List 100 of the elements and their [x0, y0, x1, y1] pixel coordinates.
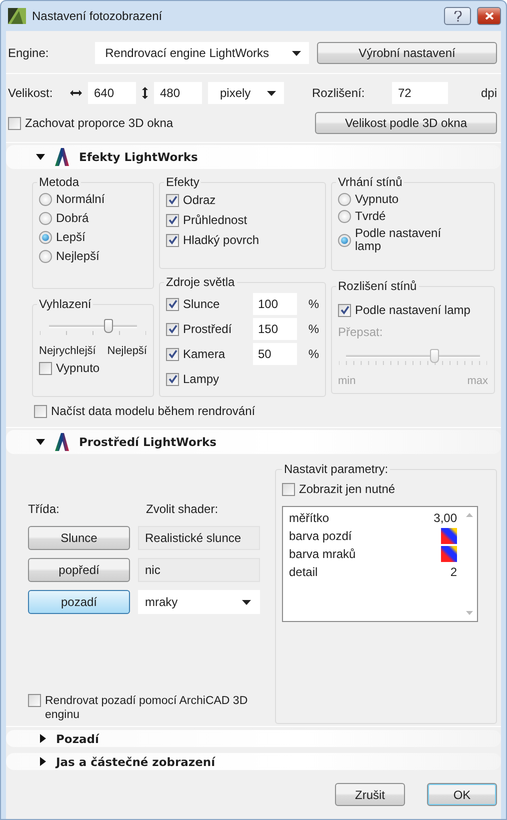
group-title: Rozlišení stínů [337, 279, 418, 293]
slider-min-label: Nejrychlejší [39, 345, 96, 357]
collapsed-arrow-icon[interactable] [40, 757, 46, 766]
radio-label: Podle nastavení lamp [355, 227, 442, 253]
radio-label: Lepší [56, 231, 86, 244]
checkbox[interactable] [166, 194, 179, 206]
scroll-down-icon[interactable] [466, 611, 472, 615]
ok-button[interactable]: OK [427, 783, 497, 806]
checkbox[interactable] [166, 214, 179, 226]
checkbox-label: Zachovat proporce 3D okna [25, 116, 174, 130]
shader-field: Realistické slunce [138, 526, 260, 550]
checkbox[interactable] [166, 348, 179, 360]
radio-button[interactable] [39, 231, 52, 244]
slider-max-label: Nejlepší [107, 345, 147, 357]
resolution-unit: dpi [480, 86, 497, 100]
checkbox[interactable] [39, 362, 52, 374]
checkbox[interactable] [28, 694, 41, 707]
checkbox[interactable] [34, 404, 47, 418]
group-title: Vyhlazení [38, 297, 92, 311]
radio-button[interactable] [39, 193, 52, 206]
lightworks-logo-icon [55, 433, 69, 451]
parameter-value: 3,00 [434, 511, 457, 525]
caret-icon [292, 50, 301, 56]
checkbox-label: Odraz [183, 193, 216, 207]
checkbox-label: Slunce [183, 297, 220, 311]
unit-label: % [307, 347, 319, 361]
help-button[interactable] [444, 7, 471, 25]
group-title: Metoda [38, 175, 80, 189]
slider-track[interactable] [346, 351, 480, 361]
group-title: Efekty [165, 175, 200, 189]
gradient-swatch-icon[interactable] [441, 546, 457, 562]
close-icon [484, 12, 494, 20]
engine-dropdown[interactable]: Rendrovací engine LightWorks [95, 42, 309, 64]
unit-label: % [307, 322, 319, 336]
class-button[interactable]: Slunce [28, 526, 130, 550]
checkbox-label: Vypnuto [56, 361, 100, 375]
checkbox[interactable] [166, 234, 179, 246]
parameter-name: barva pozdí [289, 529, 352, 543]
radio-button[interactable] [338, 234, 351, 246]
shader-dropdown[interactable]: mraky [138, 590, 260, 614]
percent-field[interactable]: 100 [253, 293, 297, 315]
caret-icon [242, 600, 251, 604]
parameter-name: měřítko [289, 511, 330, 525]
scroll-up-icon[interactable] [466, 513, 472, 517]
checkbox-label: Kamera [183, 347, 226, 361]
lightworks-logo-icon [55, 148, 69, 166]
checkbox[interactable] [166, 322, 179, 336]
percent-field[interactable]: 50 [253, 343, 297, 365]
parameter-list[interactable]: měřítko 3,00 barva pozdí barva mraků detail 2 [282, 506, 478, 622]
radio-button[interactable] [338, 193, 351, 206]
radio-button[interactable] [39, 212, 52, 225]
checkbox[interactable] [8, 116, 21, 130]
percent-field[interactable]: 150 [253, 318, 297, 340]
slider-max-label: max [467, 375, 488, 387]
gradient-swatch-icon[interactable] [441, 528, 457, 544]
expanded-arrow-icon[interactable] [36, 439, 45, 445]
height-arrow-icon [142, 87, 148, 99]
class-button[interactable]: pozadí [28, 590, 130, 614]
checkbox-label: Lampy [183, 372, 220, 386]
section-title: Jas a částečné zobrazení [56, 754, 216, 768]
resolution-label: Rozlišení: [312, 86, 366, 100]
width-field[interactable]: 640 [88, 82, 136, 104]
radio-label: Vypnuto [355, 193, 399, 206]
radio-label: Normální [56, 193, 105, 206]
radio-label: Tvrdé [355, 210, 386, 223]
class-button[interactable]: popředí [28, 558, 130, 582]
section-header[interactable]: Jas a částečné zobrazení [6, 753, 501, 770]
unit-dropdown[interactable]: pixely [208, 82, 284, 104]
help-icon [454, 10, 462, 22]
group-title: Vrhání stínů [337, 175, 404, 189]
group-title: Nastavit parametry: [283, 462, 390, 476]
close-button[interactable] [477, 7, 501, 25]
section-header[interactable]: Efekty LightWorks [6, 145, 501, 169]
group-title: Zdroje světla [165, 275, 236, 289]
checkbox-label: Hladký povrch [183, 233, 260, 247]
radio-button[interactable] [338, 210, 351, 223]
engine-label: Engine: [8, 46, 50, 60]
shader-label: Zvolit shader: [146, 502, 218, 516]
checkbox-label: Prostředí [183, 322, 232, 336]
size-label: Velikost: [8, 86, 54, 100]
parameter-name: detail [289, 565, 318, 579]
checkbox[interactable] [166, 372, 179, 386]
cancel-button[interactable]: Zrušit [335, 783, 405, 806]
section-title: Pozadí [56, 732, 99, 746]
radio-label: Nejlepší [56, 250, 100, 263]
slider-track[interactable] [49, 321, 137, 331]
factory-settings-button[interactable]: Výrobní nastavení [316, 42, 497, 64]
checkbox-label: Rendrovat pozadí pomocí ArchiCAD 3D enginu [45, 694, 249, 722]
size-from-3d-button[interactable]: Velikost podle 3D okna [315, 112, 497, 134]
section-header[interactable]: Prostředí LightWorks [6, 430, 501, 454]
expanded-arrow-icon[interactable] [36, 154, 45, 160]
radio-button[interactable] [39, 250, 52, 263]
slider-thumb[interactable] [104, 319, 113, 333]
section-header[interactable]: Pozadí [6, 730, 501, 747]
height-field[interactable]: 480 [154, 82, 202, 104]
checkbox[interactable] [166, 298, 179, 310]
collapsed-arrow-icon[interactable] [40, 734, 46, 743]
resolution-field[interactable]: 72 [392, 82, 448, 104]
caret-icon [267, 90, 276, 96]
checkbox[interactable] [282, 482, 295, 496]
